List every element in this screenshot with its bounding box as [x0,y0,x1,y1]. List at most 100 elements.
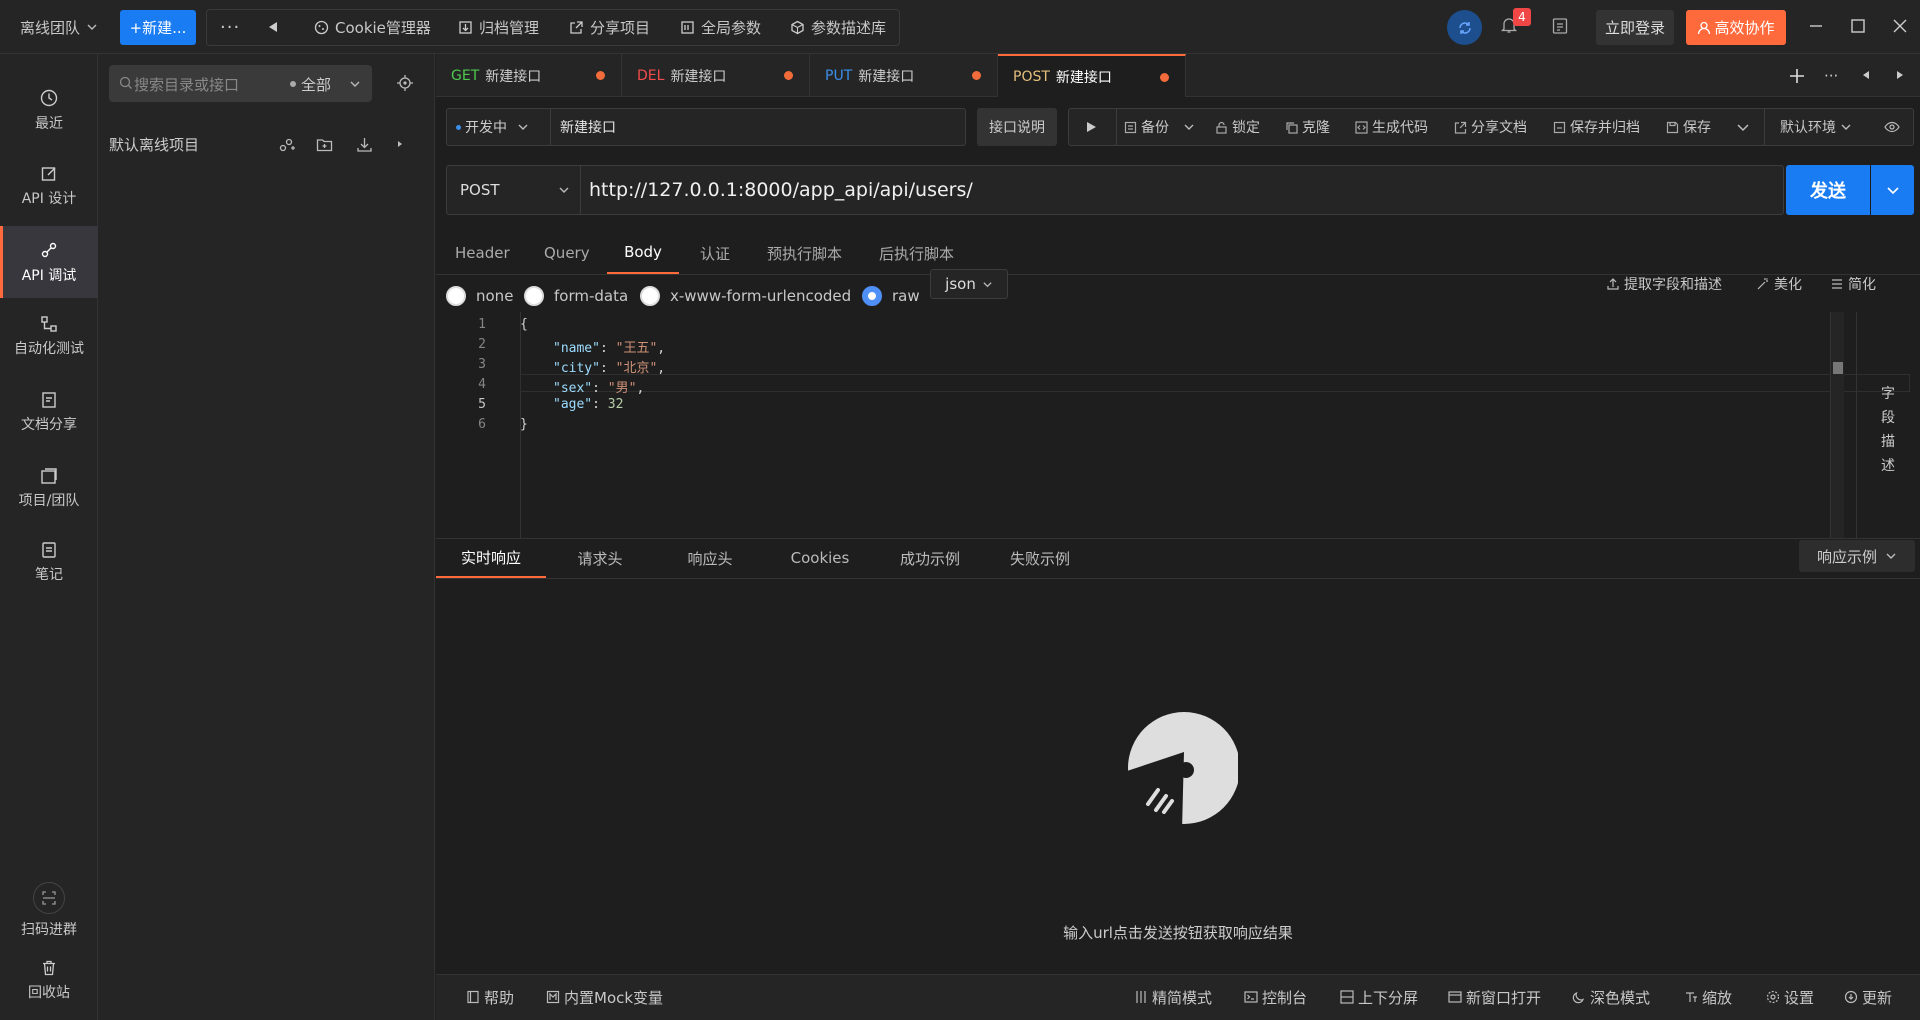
compact-mode-button[interactable]: 精简模式 [1134,979,1212,1015]
more-menu-button[interactable]: ··· [220,10,240,44]
radio-form-data[interactable]: form-data [524,275,628,317]
nav-notes[interactable]: 笔记 [0,526,98,598]
param-desc-library-button[interactable]: 参数描述库 [790,10,886,44]
share-doc-button[interactable]: 分享文档 [1454,108,1527,146]
lock-button[interactable]: 锁定 [1215,108,1260,146]
request-name-input[interactable]: 新建接口 [560,108,616,146]
tab-get[interactable]: GET 新建接口 [436,54,622,97]
radio-urlencoded[interactable]: x-www-form-urlencoded [640,275,851,317]
import-icon[interactable] [356,136,373,153]
response-tab-live[interactable]: 实时响应 [436,538,546,578]
field-description-panel[interactable]: 字 段 描 述 [1856,312,1920,538]
search-input[interactable]: 搜索目录或接口 [134,74,239,95]
send-button[interactable]: 发送 [1786,165,1870,215]
nav-api-design[interactable]: API 设计 [0,150,98,222]
notes-button[interactable] [1551,17,1569,35]
collab-button[interactable]: 高效协作 [1686,10,1786,45]
split-icon [1340,990,1354,1004]
response-tab-response-headers[interactable]: 响应头 [656,538,764,578]
add-api-icon[interactable] [278,136,295,153]
env-view-button[interactable] [1884,108,1900,146]
subtab-query[interactable]: Query [544,232,590,274]
backup-button[interactable]: 备份 [1124,108,1195,146]
extract-fields-button[interactable]: 提取字段和描述 [1606,265,1722,303]
radio-none[interactable]: none [446,275,513,317]
send-dropdown-button[interactable] [1871,165,1914,215]
response-tab-request-headers[interactable]: 请求头 [546,538,654,578]
project-row[interactable]: 默认离线项目 [98,126,435,162]
new-window-button[interactable]: 新窗口打开 [1448,979,1541,1015]
clone-button[interactable]: 克隆 [1285,108,1330,146]
nav-recycle-bin[interactable]: 回收站 [0,944,98,1016]
tab-del[interactable]: DEL 新建接口 [622,54,810,97]
save-button[interactable]: 保存 [1666,108,1711,146]
close-window-button[interactable] [1892,18,1908,34]
locate-button[interactable] [396,74,414,92]
subtab-header[interactable]: Header [455,232,510,274]
raw-format-select[interactable]: json [930,269,1008,299]
simplify-button[interactable]: 简化 [1830,265,1876,303]
archive-manager-button[interactable]: 归档管理 [458,10,539,44]
tab-next-button[interactable] [1894,69,1906,81]
expand-triangle-icon[interactable] [396,140,404,148]
notification-button[interactable]: 4 [1500,8,1531,40]
add-folder-icon[interactable] [316,136,333,153]
save-dropdown-button[interactable] [1736,108,1750,146]
split-view-button[interactable]: 上下分屏 [1340,979,1418,1015]
nav-recent[interactable]: 最近 [0,74,98,146]
minimize-button[interactable] [1808,18,1824,34]
new-button[interactable]: +新建... [120,10,196,45]
tab-more-button[interactable]: ··· [1824,67,1838,85]
team-switcher[interactable]: 离线团队 [20,10,98,44]
subtab-body[interactable]: Body [607,232,679,274]
response-tab-cookies[interactable]: Cookies [766,538,874,578]
share-project-button[interactable]: 分享项目 [569,10,650,44]
tab-post[interactable]: POST 新建接口 [998,54,1186,97]
save-archive-button[interactable]: 保存并归档 [1553,108,1640,146]
nav-doc-share[interactable]: 文档分享 [0,376,98,448]
method-select[interactable]: POST [460,165,570,215]
filter-select[interactable]: 全部 [301,74,331,95]
run-button[interactable] [1084,108,1098,146]
console-button[interactable]: 控制台 [1244,979,1307,1015]
env-select[interactable]: 默认环境 [1780,108,1852,146]
subtab-post-script[interactable]: 后执行脚本 [879,232,954,274]
response-example-select[interactable]: 响应示例 [1799,540,1915,572]
tab-prev-button[interactable] [1860,69,1872,81]
cookie-manager-button[interactable]: Cookie管理器 [314,10,431,44]
api-description-button[interactable]: 接口说明 [977,108,1057,146]
radio-raw[interactable]: raw [862,275,920,317]
maximize-button[interactable] [1850,18,1866,34]
nav-scan-group[interactable]: 扫码进群 [0,874,98,946]
nav-api-debug[interactable]: API 调试 [0,226,98,298]
dark-mode-button[interactable]: 深色模式 [1572,979,1650,1015]
status-select[interactable]: 开发中 [456,108,529,146]
response-tab-success-example[interactable]: 成功示例 [876,538,984,578]
zoom-button[interactable]: 缩放 [1684,979,1732,1015]
update-button[interactable]: 更新 [1844,979,1892,1015]
beautify-button[interactable]: 美化 [1756,265,1802,303]
mock-vars-button[interactable]: 内置Mock变量 [546,979,663,1015]
editor-scrollbar[interactable] [1830,312,1844,538]
scrollbar-thumb[interactable] [1833,362,1843,374]
generate-code-button[interactable]: 生成代码 [1355,108,1428,146]
settings-label: 设置 [1784,988,1815,1007]
code-editor[interactable]: 1 {2 "name": "王五", 3 "city": "北京", 4 "sex": "男… [436,312,1920,538]
collapse-button[interactable] [266,10,280,44]
tab-put[interactable]: PUT 新建接口 [810,54,998,97]
json-comma: , [657,341,666,356]
global-params-button[interactable]: 全局参数 [680,10,761,44]
add-tab-button[interactable] [1788,67,1806,85]
nav-project-team[interactable]: 项目/团队 [0,452,98,524]
nav-auto-test[interactable]: 自动化测试 [0,300,98,372]
search-box[interactable]: 搜索目录或接口 全部 [109,65,372,102]
subtab-pre-script[interactable]: 预执行脚本 [767,232,842,274]
response-tab-fail-example[interactable]: 失败示例 [986,538,1094,578]
subtab-auth[interactable]: 认证 [700,232,730,274]
json-key: "city" [553,361,600,376]
sync-button[interactable] [1447,10,1482,45]
login-button[interactable]: 立即登录 [1596,10,1674,45]
settings-button[interactable]: 设置 [1766,979,1814,1015]
help-button[interactable]: 帮助 [466,979,514,1015]
url-input[interactable]: http://127.0.0.1:8000/app_api/api/users/ [589,165,973,215]
